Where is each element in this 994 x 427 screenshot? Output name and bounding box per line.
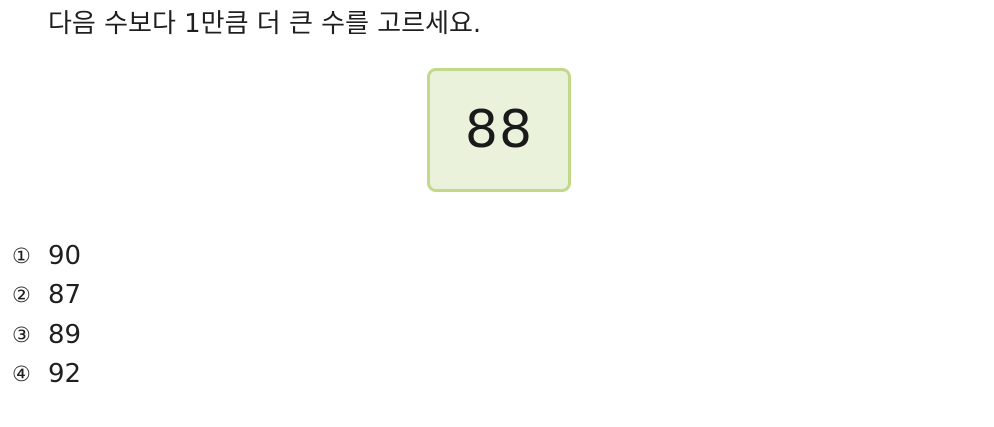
answer-option-2[interactable]: ② 87 bbox=[12, 276, 81, 316]
option-marker: ② bbox=[12, 283, 31, 308]
number-card: 88 bbox=[427, 68, 571, 192]
option-text: 89 bbox=[48, 319, 82, 350]
option-marker: ③ bbox=[12, 322, 31, 347]
option-marker: ① bbox=[12, 243, 31, 268]
answer-option-4[interactable]: ④ 92 bbox=[12, 355, 81, 395]
answer-option-3[interactable]: ③ 89 bbox=[12, 315, 81, 355]
answer-options: ① 90 ② 87 ③ 89 ④ 92 bbox=[12, 236, 81, 394]
option-text: 92 bbox=[48, 359, 82, 390]
number-card-value: 88 bbox=[464, 100, 534, 160]
option-text: 87 bbox=[48, 280, 82, 311]
option-text: 90 bbox=[48, 240, 82, 271]
option-marker: ④ bbox=[12, 362, 31, 387]
question-text: 다음 수보다 1만큼 더 큰 수를 고르세요. bbox=[48, 9, 482, 39]
answer-option-1[interactable]: ① 90 bbox=[12, 236, 81, 276]
